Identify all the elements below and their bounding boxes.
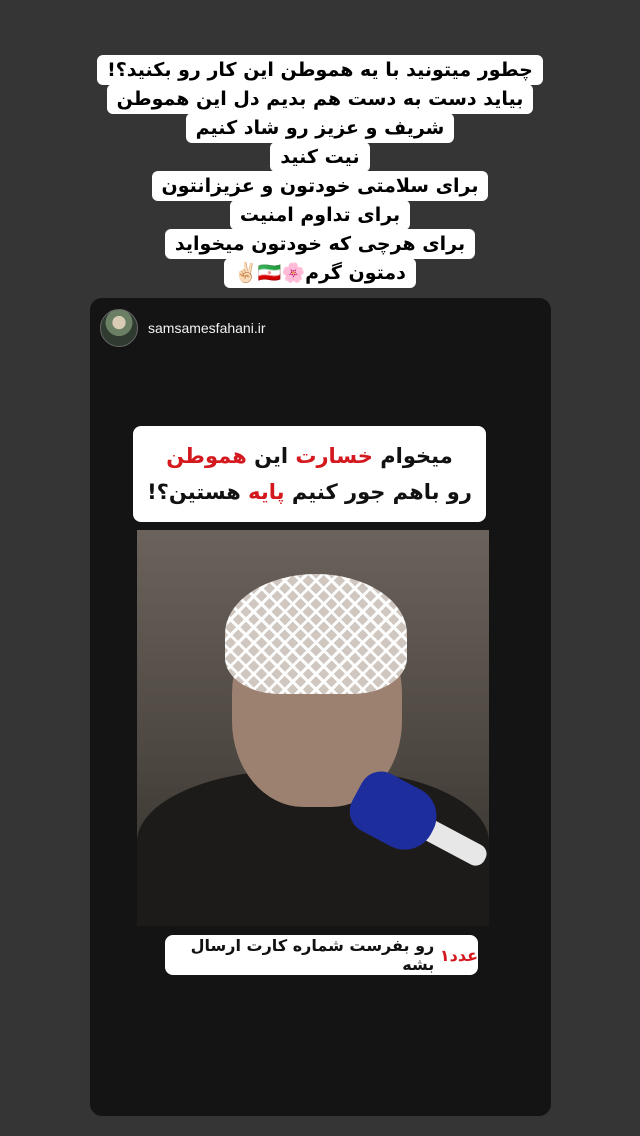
post-header[interactable]: samsamesfahani.ir — [100, 309, 266, 347]
headline-highlight: خسارت — [295, 444, 373, 468]
post-username[interactable]: samsamesfahani.ir — [148, 320, 266, 336]
story-caption: چطور میتونید با یه هموطن این کار رو بکنی… — [0, 55, 640, 288]
caption-line-3: شریف و عزیز رو شاد کنیم — [185, 113, 455, 143]
headline-text: رو باهم جور کنیم — [291, 480, 472, 504]
headline-text: هستین؟! — [147, 480, 241, 504]
caption-line-5: برای سلامتی خودتون و عزیزانتون — [151, 171, 489, 201]
caption-line-4: نیت کنید — [270, 142, 370, 172]
caption-line-2: بیاید دست به دست هم بدیم دل این هموطن — [106, 84, 534, 114]
caption-line-8: دمتون گرم🌸🇮🇷✌🏻 — [224, 258, 416, 288]
headline-line-1: میخوام خسارت این هموطن — [166, 438, 452, 474]
footer-highlight: عدد۱ — [439, 945, 478, 965]
caption-line-1: چطور میتونید با یه هموطن این کار رو بکنی… — [97, 55, 543, 85]
caption-line-6: برای تداوم امنیت — [229, 200, 411, 230]
photo-bandage — [225, 574, 407, 694]
headline-text: این — [254, 444, 289, 468]
post-footer-banner: عدد۱ رو بفرست شماره کارت ارسال بشه — [165, 935, 478, 975]
footer-text: رو بفرست شماره کارت ارسال بشه — [190, 936, 435, 974]
headline-line-2: رو باهم جور کنیم پایه هستین؟! — [147, 474, 472, 510]
headline-highlight: پایه — [248, 480, 285, 504]
headline-text: میخوام — [380, 444, 453, 468]
post-photo[interactable] — [137, 530, 489, 926]
post-headline: میخوام خسارت این هموطن رو باهم جور کنیم … — [133, 426, 486, 522]
shared-post-card[interactable]: samsamesfahani.ir میخوام خسارت این هموطن… — [90, 298, 551, 1116]
headline-highlight: هموطن — [166, 444, 247, 468]
caption-line-7: برای هرچی که خودتون میخواید — [164, 229, 476, 259]
avatar[interactable] — [100, 309, 138, 347]
